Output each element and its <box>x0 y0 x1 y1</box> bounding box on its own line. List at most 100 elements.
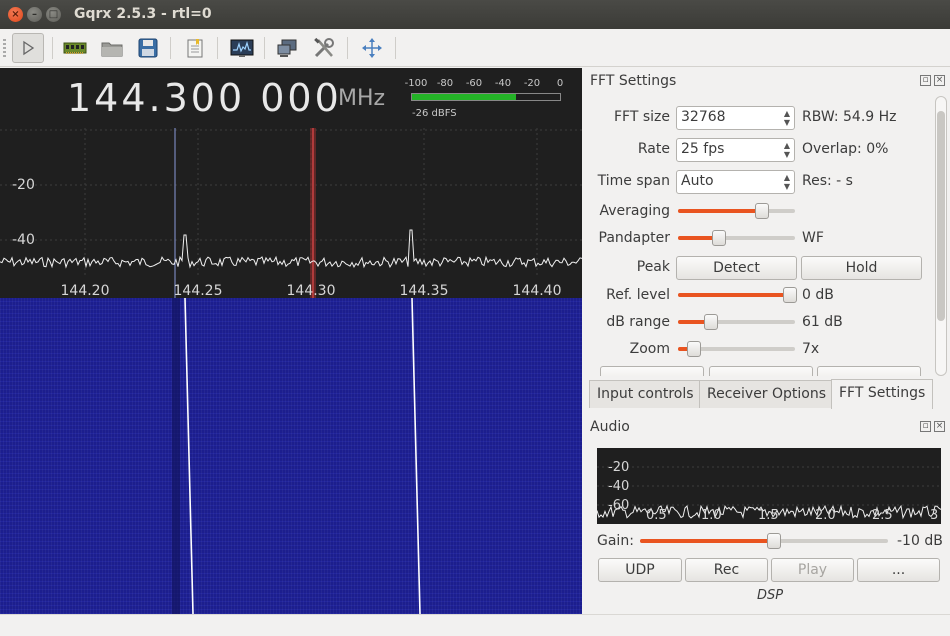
audio-x-label: 1.0 <box>701 508 722 523</box>
audio-gain-slider[interactable] <box>640 533 888 549</box>
fft-settings-scrollbar[interactable] <box>935 96 947 376</box>
waterfall-signal-trace <box>184 298 194 614</box>
slider-handle[interactable] <box>687 341 702 357</box>
tools-button[interactable] <box>308 33 340 63</box>
x-axis-label: 144.25 <box>173 283 223 299</box>
timespan-select[interactable]: Auto ▲ ▼ <box>676 170 795 194</box>
zoom-value: 7x <box>802 341 820 357</box>
input-device-button[interactable] <box>59 33 91 63</box>
hidden-button[interactable] <box>600 366 704 376</box>
audio-dock-controls: ▫ × <box>917 420 945 432</box>
db-range-slider[interactable] <box>678 314 795 330</box>
waterfall-display[interactable] <box>0 298 582 614</box>
spectrum-plot[interactable]: 144.300 000 MHz -100 -80 -60 -40 -20 0 -… <box>0 68 582 614</box>
slider-handle[interactable] <box>783 287 798 303</box>
bookmarks-button[interactable] <box>179 33 211 63</box>
meter-tick: -20 <box>523 78 541 89</box>
rate-label: Rate <box>637 141 670 157</box>
hardware-icon <box>63 42 87 54</box>
maximize-icon: □ <box>48 9 59 20</box>
resolution-readout: Res: - s <box>802 173 853 189</box>
tab-receiver-options[interactable]: Receiver Options <box>699 380 835 408</box>
zoom-slider[interactable] <box>678 341 795 357</box>
audio-x-label: 0.5 <box>646 508 667 523</box>
close-icon: × <box>11 9 20 20</box>
hidden-button[interactable] <box>817 366 921 376</box>
overlap-readout: Overlap: 0% <box>802 141 889 157</box>
fullscreen-button[interactable] <box>356 33 388 63</box>
meter-tick: -60 <box>465 78 483 89</box>
ref-level-slider[interactable] <box>678 287 798 303</box>
audio-x-label: 2.0 <box>815 508 836 523</box>
chevron-updown-icon: ▲ ▼ <box>783 141 790 159</box>
play-button[interactable]: Play <box>771 558 854 582</box>
toolbar-grip[interactable] <box>3 39 6 57</box>
slider-handle[interactable] <box>711 230 726 246</box>
db-range-label: dB range <box>606 314 670 330</box>
fft-size-value: 32768 <box>681 109 726 125</box>
signal-meter-reading: -26 dBFS <box>412 108 457 119</box>
fft-size-label: FFT size <box>613 109 670 125</box>
slider-handle[interactable] <box>703 314 718 330</box>
close-dock-icon[interactable]: × <box>934 75 945 86</box>
save-icon <box>138 38 158 58</box>
start-dsp-button[interactable] <box>12 33 44 63</box>
peak-detect-button[interactable]: Detect <box>676 256 797 280</box>
scrollbar-handle[interactable] <box>937 111 945 321</box>
hidden-button[interactable] <box>709 366 813 376</box>
minimize-window-button[interactable]: – <box>27 7 42 22</box>
status-bar <box>0 614 950 636</box>
wf-label: WF <box>802 230 824 246</box>
slider-handle[interactable] <box>766 533 781 549</box>
hidden-button-row <box>588 366 933 376</box>
meter-tick: 0 <box>556 78 564 89</box>
gain-value: -10 dB <box>897 533 943 549</box>
load-settings-button[interactable] <box>96 33 128 63</box>
averaging-slider[interactable] <box>678 203 795 219</box>
remote-control-button[interactable] <box>272 33 304 63</box>
tab-input-controls[interactable]: Input controls <box>589 380 702 408</box>
fft-size-select[interactable]: 32768 ▲ ▼ <box>676 106 795 130</box>
window-title: Gqrx 2.5.3 - rtl=0 <box>74 6 212 22</box>
audio-y-label: -20 <box>608 460 630 475</box>
x-axis-label: 144.20 <box>60 283 110 299</box>
y-axis-label: -20 <box>12 177 35 193</box>
close-window-button[interactable]: × <box>8 7 23 22</box>
fft-settings-title: FFT Settings <box>590 73 677 89</box>
float-dock-icon[interactable]: ▫ <box>920 75 931 86</box>
peak-label: Peak <box>636 259 670 275</box>
maximize-window-button[interactable]: □ <box>46 7 61 22</box>
pandapter-label: Pandapter <box>598 230 670 246</box>
frequency-display[interactable]: 144.300 000 <box>67 76 342 120</box>
audio-title: Audio <box>590 419 630 435</box>
save-settings-button[interactable] <box>132 33 164 63</box>
fullscreen-icon <box>362 38 382 58</box>
fft-dock-button[interactable] <box>226 33 258 63</box>
dock-controls: ▫ × <box>917 74 945 86</box>
timespan-value: Auto <box>681 173 714 189</box>
db-range-value: 61 dB <box>802 314 843 330</box>
chevron-updown-icon: ▲ ▼ <box>783 173 790 191</box>
ref-level-label: Ref. level <box>606 287 670 303</box>
pandapter-slider[interactable] <box>678 230 795 246</box>
rate-select[interactable]: 25 fps ▲ ▼ <box>676 138 795 162</box>
audio-y-label: -60 <box>608 498 630 513</box>
audio-fft-plot[interactable]: -20 -40 -60 0.5 1.0 1.5 2.0 2.5 3 <box>597 448 941 524</box>
close-dock-icon[interactable]: × <box>934 421 945 432</box>
signal-meter-bar <box>411 93 561 101</box>
audio-y-label: -40 <box>608 479 630 494</box>
audio-x-label: 1.5 <box>758 508 779 523</box>
peak-hold-button[interactable]: Hold <box>801 256 922 280</box>
udp-button[interactable]: UDP <box>598 558 682 582</box>
float-dock-icon[interactable]: ▫ <box>920 421 931 432</box>
network-icon <box>277 39 297 57</box>
rate-value: 25 fps <box>681 141 725 157</box>
rbw-readout: RBW: 54.9 Hz <box>802 109 897 125</box>
gain-label: Gain: <box>597 533 634 549</box>
audio-options-button[interactable]: ... <box>857 558 940 582</box>
rec-button[interactable]: Rec <box>685 558 768 582</box>
slider-handle[interactable] <box>755 203 770 219</box>
spectrum-icon <box>230 39 254 57</box>
meter-tick: -80 <box>436 78 454 89</box>
tab-fft-settings[interactable]: FFT Settings <box>831 379 934 409</box>
